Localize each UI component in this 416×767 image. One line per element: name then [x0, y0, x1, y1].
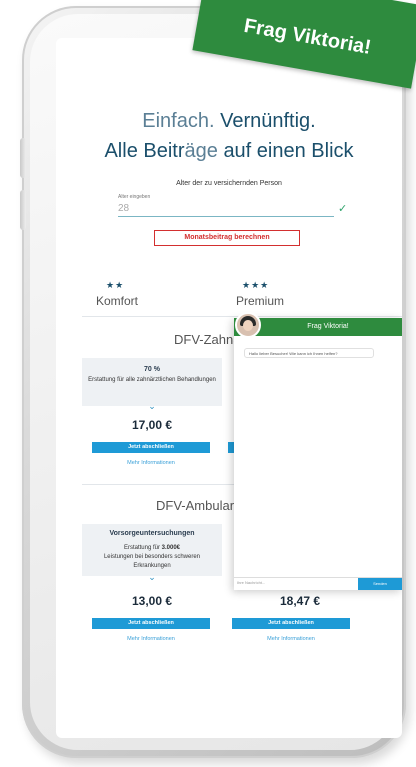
- benefit-description: Erstattung für alle zahnärztlichen Behan…: [88, 377, 216, 383]
- price-zahn-komfort: 17,00 €: [131, 418, 173, 432]
- benefit-subtitle: Vorsorgeuntersuchungen: [109, 530, 195, 537]
- phone-side-button: [20, 138, 26, 178]
- buy-button-zahn-komfort[interactable]: Jetzt abschließen: [92, 442, 210, 453]
- more-info-link-ambulant-komfort[interactable]: Mehr Informationen: [92, 636, 210, 642]
- chevron-down-icon[interactable]: ⌄: [82, 572, 222, 583]
- section-title-ambulant: DFV-Ambular: [156, 498, 235, 513]
- age-form-title: Alter der zu versichernden Person: [176, 180, 282, 187]
- benefit-description-amount: 3.000€: [161, 545, 181, 551]
- headline-text-b: äge: [184, 140, 224, 162]
- avatar: [235, 312, 261, 338]
- chat-message: Hallo lieber Besucher! Wie kann ich Ihne…: [244, 348, 374, 358]
- benefit-description-a: Erstattung für: [123, 545, 162, 551]
- benefit-description-b: Leistungen bei besonders schweren Erkran…: [103, 554, 201, 569]
- headline-text-a: Alle Beitr: [104, 140, 185, 162]
- headline-text-c: auf einen Blick: [223, 140, 354, 162]
- age-input[interactable]: Alter eingeben 28: [118, 194, 334, 217]
- benefit-card-zahn: 70 % Erstattung für alle zahnärztlichen …: [82, 358, 222, 406]
- chat-input[interactable]: Ihre Nachricht... Senden: [234, 577, 402, 590]
- price-ambulant-komfort: 13,00 €: [131, 594, 173, 608]
- avatar-face: [243, 320, 253, 331]
- section-title-zahn: DFV-ZahnS: [174, 332, 242, 347]
- chevron-down-icon[interactable]: ⌄: [82, 401, 222, 412]
- benefit-card-ambulant: Vorsorgeuntersuchungen Erstattung für 3.…: [82, 524, 222, 576]
- buy-button-ambulant-premium[interactable]: Jetzt abschließen: [232, 618, 350, 629]
- tier-stars-premium: ★★★: [242, 280, 270, 290]
- headline-line-2: Alle Beiträge auf einen Blick: [56, 140, 402, 163]
- tier-label-komfort: Komfort: [96, 294, 139, 308]
- calculate-button[interactable]: Monatsbeitrag berechnen: [154, 230, 300, 246]
- badge-label: Frag Viktoria!: [242, 14, 373, 59]
- check-icon: ✓: [338, 203, 348, 215]
- more-info-link-ambulant-premium[interactable]: Mehr Informationen: [232, 636, 350, 642]
- headline-line-1: Einfach. Vernünftig.: [56, 110, 402, 133]
- headline-light-text: Einfach.: [142, 110, 221, 132]
- benefit-percent: 70 %: [144, 366, 160, 373]
- tier-stars-komfort: ★★: [106, 280, 125, 290]
- chat-input-placeholder: Ihre Nachricht...: [237, 580, 266, 585]
- benefit-description: Erstattung für 3.000€ Leistungen bei bes…: [86, 544, 218, 571]
- more-info-link-zahn[interactable]: Mehr Informationen: [92, 460, 210, 466]
- age-input-value: 28: [118, 203, 130, 214]
- price-ambulant-premium: 18,47 €: [279, 594, 321, 608]
- phone-side-button: [20, 190, 26, 230]
- send-button[interactable]: Senden: [358, 578, 402, 590]
- chat-widget[interactable]: Frag Viktoria! Hallo lieber Besucher! Wi…: [234, 312, 402, 590]
- phone-screen: Einfach. Vernünftig. Alle Beiträge auf e…: [56, 38, 402, 738]
- buy-button-ambulant-komfort[interactable]: Jetzt abschließen: [92, 618, 210, 629]
- headline-bold-text: Vernünftig.: [220, 110, 316, 132]
- age-input-label: Alter eingeben: [118, 194, 151, 200]
- tier-label-premium: Premium: [236, 294, 285, 308]
